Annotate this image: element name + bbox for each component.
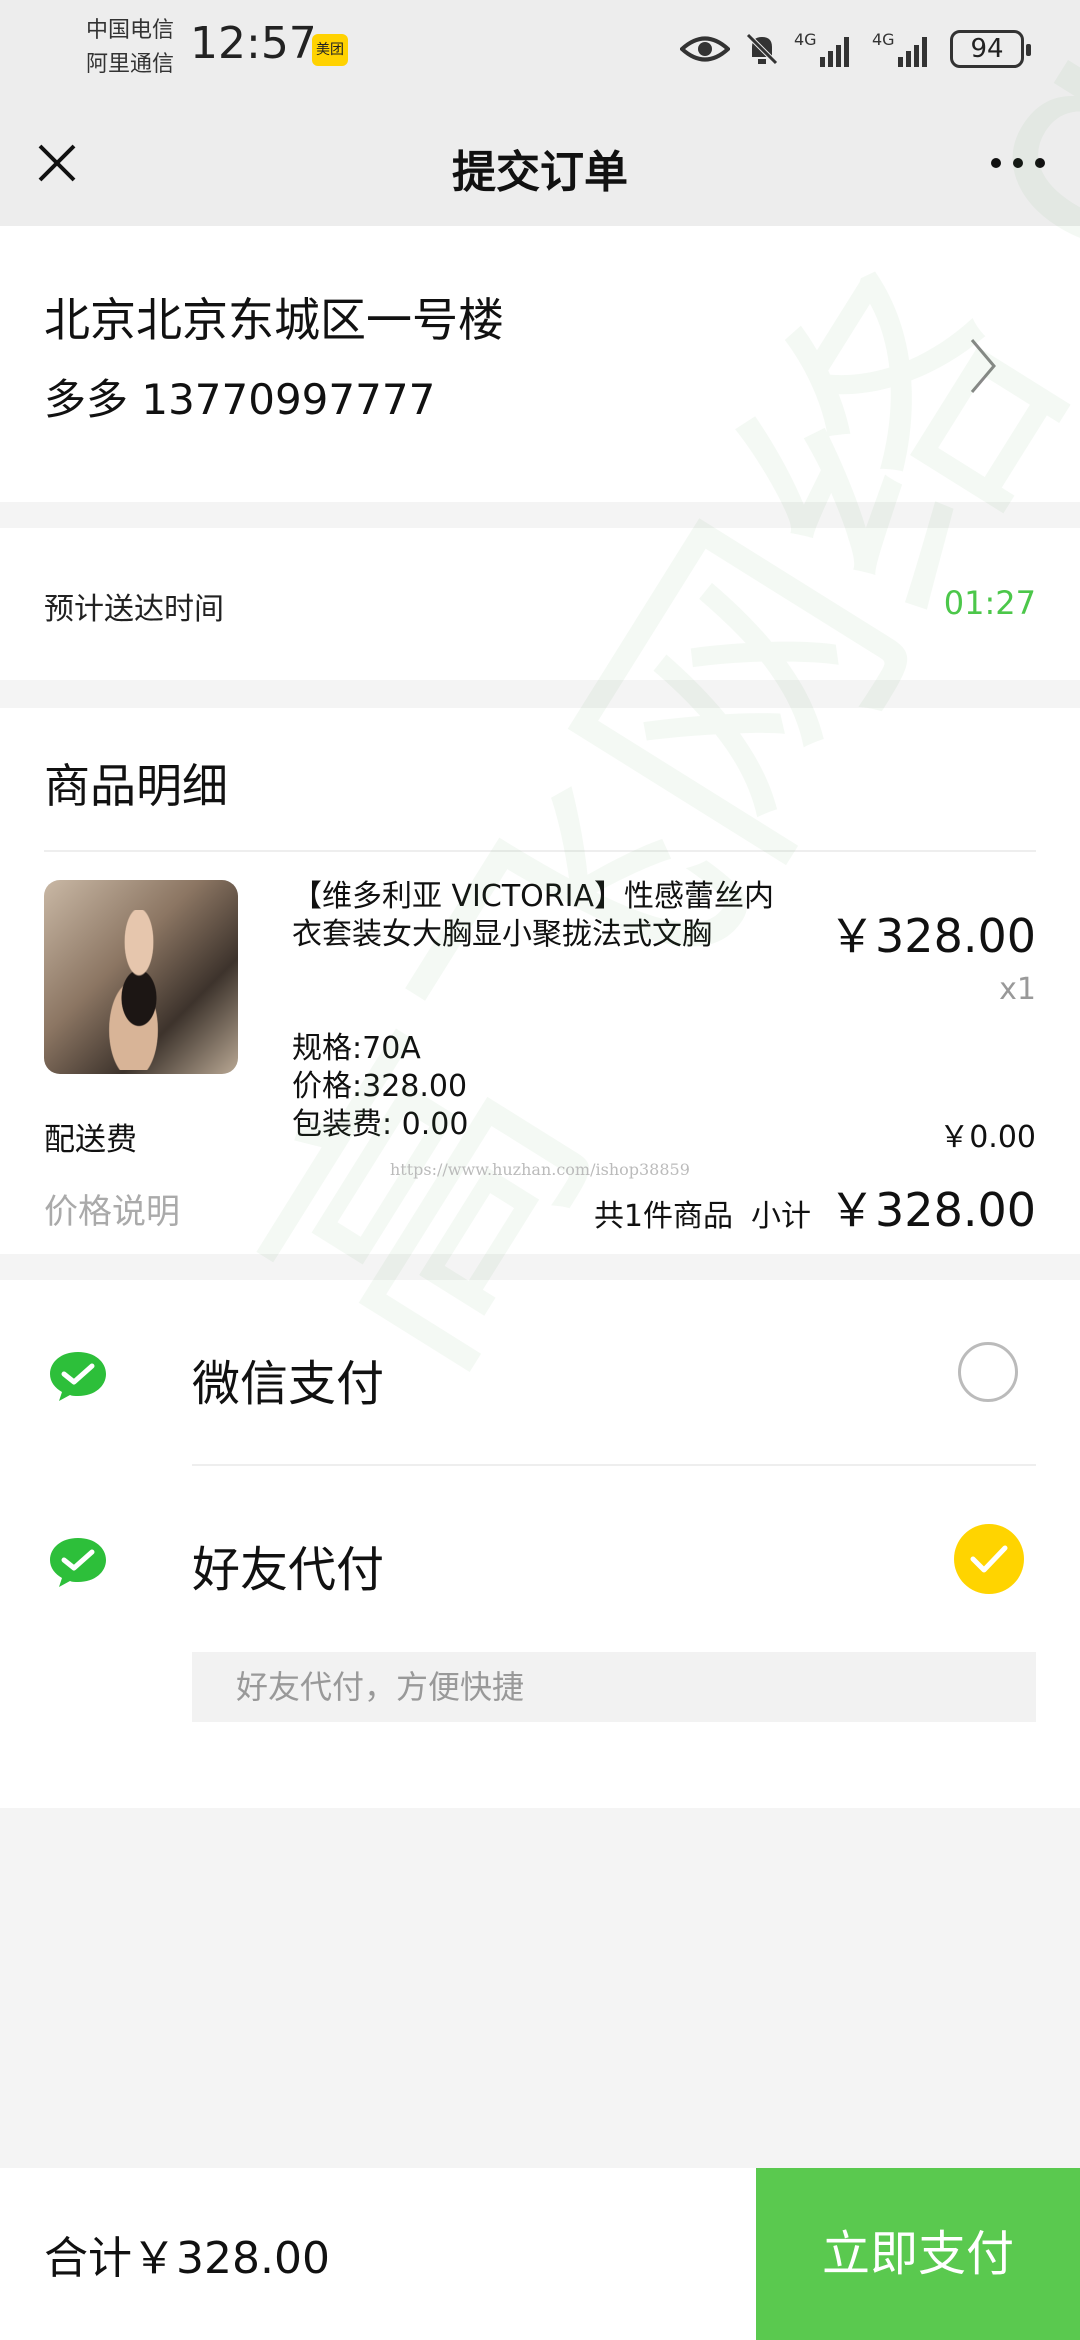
subtotal-row: 共1件商品 小计 ￥328.00: [594, 1174, 1036, 1240]
wechat-pay-label: 微信支付: [192, 1356, 385, 1412]
eta-label: 预计送达时间: [44, 592, 224, 627]
subtotal-label: 小计: [751, 1199, 812, 1234]
shipping-label: 配送费: [44, 1122, 137, 1158]
status-time: 12:57: [190, 18, 317, 69]
status-bar: 中国电信 阿里通信 12:57 美团 4G 4G 94: [0, 0, 1080, 100]
status-icons: 4G 4G 94: [680, 24, 1031, 74]
shipping-value: ￥0.00: [939, 1120, 1036, 1155]
eye-icon: [680, 34, 730, 64]
carrier-info: 中国电信 阿里通信: [86, 14, 174, 82]
product-price-line: 价格:328.00: [292, 1069, 468, 1104]
check-icon: [970, 1545, 1008, 1573]
signal-4g-icon: 4G: [794, 29, 858, 69]
product-image: [44, 880, 238, 1074]
payment-option-wechat[interactable]: 微信支付: [0, 1280, 1080, 1466]
nav-bar: 提交订单: [0, 100, 1080, 226]
product-attrs: 规格:70A 价格:328.00 包装费: 0.00: [292, 1030, 468, 1144]
url-watermark: https://www.huzhan.com/ishop38859: [390, 1160, 690, 1179]
friend-pay-label: 好友代付: [192, 1542, 385, 1598]
divider: [44, 850, 1036, 852]
payment-option-friend[interactable]: 好友代付: [0, 1466, 1080, 1652]
signal-4g-icon: 4G: [872, 29, 936, 69]
friend-pay-hint: 好友代付，方便快捷: [192, 1652, 1036, 1722]
more-button[interactable]: [986, 136, 1050, 190]
product-spec: 规格:70A: [292, 1031, 421, 1066]
item-count: 共1件商品: [593, 1199, 734, 1234]
friend-pay-checked[interactable]: [954, 1524, 1024, 1594]
more-dots-icon: [991, 158, 1045, 168]
contact-text: 多多 13770997777: [44, 375, 436, 424]
order-total: 合计￥328.00: [44, 2233, 330, 2284]
wechat-pay-icon: [50, 1538, 106, 1587]
battery-indicator: 94: [950, 30, 1031, 68]
chevron-right-icon: [970, 339, 996, 393]
wechat-pay-radio[interactable]: [958, 1342, 1018, 1402]
price-note-link[interactable]: 价格说明: [44, 1184, 180, 1233]
carrier-secondary: 阿里通信: [86, 52, 175, 77]
carrier-primary: 中国电信: [86, 18, 175, 43]
pay-now-button[interactable]: 立即支付: [756, 2168, 1080, 2340]
product-quantity: x1: [999, 972, 1036, 1007]
page-title: 提交订单: [452, 147, 628, 198]
eta-value: 01:27: [943, 584, 1036, 622]
network-label-2: 4G: [872, 30, 895, 49]
meituan-badge: 美团: [312, 34, 348, 66]
delivery-time-row: 预计送达时间 01:27: [0, 528, 1080, 680]
payment-options: 微信支付 好友代付 好友代付，方便快捷: [0, 1280, 1080, 1808]
product-pack-fee: 包装费: 0.00: [292, 1107, 469, 1142]
network-label-1: 4G: [794, 30, 817, 49]
wechat-pay-icon: [50, 1352, 106, 1401]
product-price: ￥328.00: [829, 909, 1036, 963]
subtotal-amount: ￥328.00: [829, 1183, 1036, 1237]
address-card[interactable]: 北京北京东城区一号楼 多多 13770997777: [0, 226, 1080, 502]
address-text: 北京北京东城区一号楼: [44, 293, 504, 347]
product-name: 【维多利亚 VICTORIA】性感蕾丝内衣套装女大胸显小聚拢法式文胸: [292, 879, 775, 952]
goods-title: 商品明细: [44, 759, 228, 813]
bottom-bar: 合计￥328.00 立即支付: [0, 2168, 1080, 2340]
mute-bell-icon: [744, 31, 780, 67]
